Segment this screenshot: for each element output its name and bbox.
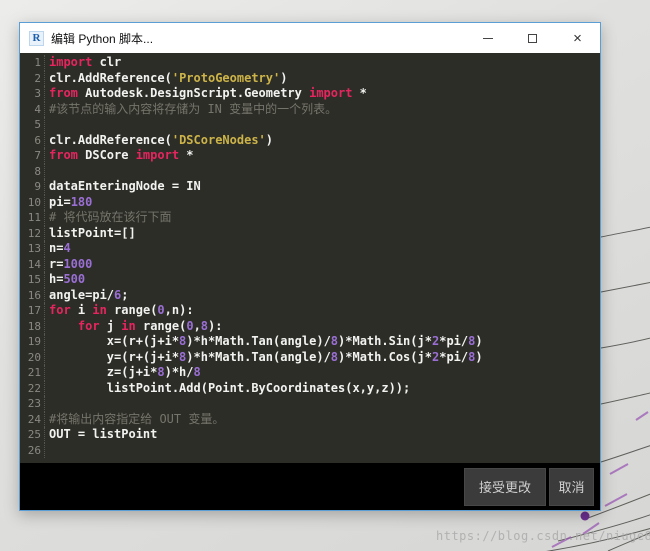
line-number: 12 xyxy=(20,226,45,242)
line-number: 13 xyxy=(20,241,45,257)
line-number: 25 xyxy=(20,427,45,443)
code-line: 13n=4 xyxy=(20,241,600,257)
code-line: 19 x=(r+(j+i*8)*h*Math.Tan(angle)/8)*Mat… xyxy=(20,334,600,350)
line-number: 24 xyxy=(20,412,45,428)
code-line: 20 y=(r+(j+i*8)*h*Math.Tan(angle)/8)*Mat… xyxy=(20,350,600,366)
minimize-button[interactable] xyxy=(465,23,510,53)
code-line: 22 listPoint.Add(Point.ByCoordinates(x,y… xyxy=(20,381,600,397)
line-number: 7 xyxy=(20,148,45,164)
cancel-button[interactable]: 取消 xyxy=(549,468,594,506)
code-text: h=500 xyxy=(49,272,600,288)
code-text: angle=pi/6; xyxy=(49,288,600,304)
line-number: 14 xyxy=(20,257,45,273)
code-line: 4#该节点的输入内容将存储为 IN 变量中的一个列表。 xyxy=(20,102,600,118)
code-line: 17for i in range(0,n): xyxy=(20,303,600,319)
line-number: 21 xyxy=(20,365,45,381)
code-line: 9dataEnteringNode = IN xyxy=(20,179,600,195)
code-line: 18 for j in range(0,8): xyxy=(20,319,600,335)
code-editor[interactable]: 1import clr2clr.AddReference('ProtoGeome… xyxy=(20,53,600,463)
code-text xyxy=(49,164,600,180)
code-text xyxy=(49,396,600,412)
python-editor-window: R 编辑 Python 脚本... × 1import clr2clr.AddR… xyxy=(19,22,601,511)
line-number: 16 xyxy=(20,288,45,304)
minimize-icon xyxy=(483,38,493,39)
code-line: 15h=500 xyxy=(20,272,600,288)
code-line: 6clr.AddReference('DSCoreNodes') xyxy=(20,133,600,149)
maximize-button[interactable] xyxy=(510,23,555,53)
code-text: listPoint=[] xyxy=(49,226,600,242)
code-text: y=(r+(j+i*8)*h*Math.Tan(angle)/8)*Math.C… xyxy=(49,350,600,366)
code-line: 23 xyxy=(20,396,600,412)
line-number: 9 xyxy=(20,179,45,195)
code-text: #该节点的输入内容将存储为 IN 变量中的一个列表。 xyxy=(49,102,600,118)
code-text: for j in range(0,8): xyxy=(49,319,600,335)
line-number: 23 xyxy=(20,396,45,412)
code-line: 7from DSCore import * xyxy=(20,148,600,164)
code-text: z=(j+i*8)*h/8 xyxy=(49,365,600,381)
code-line: 1import clr xyxy=(20,55,600,71)
code-text xyxy=(49,117,600,133)
geometry-point xyxy=(581,512,590,521)
line-number: 17 xyxy=(20,303,45,319)
code-text: OUT = listPoint xyxy=(49,427,600,443)
code-line: 16angle=pi/6; xyxy=(20,288,600,304)
code-text: from DSCore import * xyxy=(49,148,600,164)
code-line: 26 xyxy=(20,443,600,459)
code-text: for i in range(0,n): xyxy=(49,303,600,319)
code-line: 10pi=180 xyxy=(20,195,600,211)
code-text: r=1000 xyxy=(49,257,600,273)
line-number: 22 xyxy=(20,381,45,397)
dialog-footer: 接受更改 取消 xyxy=(20,463,600,510)
code-line: 12listPoint=[] xyxy=(20,226,600,242)
line-number: 11 xyxy=(20,210,45,226)
line-number: 19 xyxy=(20,334,45,350)
code-text: clr.AddReference('DSCoreNodes') xyxy=(49,133,600,149)
window-title: 编辑 Python 脚本... xyxy=(51,30,153,47)
code-line: 5 xyxy=(20,117,600,133)
code-text xyxy=(49,443,600,459)
line-number: 6 xyxy=(20,133,45,149)
code-line: 25OUT = listPoint xyxy=(20,427,600,443)
accept-changes-button[interactable]: 接受更改 xyxy=(464,468,546,506)
line-number: 2 xyxy=(20,71,45,87)
line-number: 10 xyxy=(20,195,45,211)
watermark-url: https://blog.csdn.net/niuge8905 xyxy=(436,529,650,543)
line-number: 5 xyxy=(20,117,45,133)
code-text: from Autodesk.DesignScript.Geometry impo… xyxy=(49,86,600,102)
code-line: 21 z=(j+i*8)*h/8 xyxy=(20,365,600,381)
code-line: 11# 将代码放在该行下面 xyxy=(20,210,600,226)
line-number: 18 xyxy=(20,319,45,335)
code-line: 14r=1000 xyxy=(20,257,600,273)
code-text: #将输出内容指定给 OUT 变量。 xyxy=(49,412,600,428)
code-text: clr.AddReference('ProtoGeometry') xyxy=(49,71,600,87)
code-text: # 将代码放在该行下面 xyxy=(49,210,600,226)
line-number: 20 xyxy=(20,350,45,366)
code-text: import clr xyxy=(49,55,600,71)
code-text: x=(r+(j+i*8)*h*Math.Tan(angle)/8)*Math.S… xyxy=(49,334,600,350)
code-text: dataEnteringNode = IN xyxy=(49,179,600,195)
code-text: n=4 xyxy=(49,241,600,257)
code-line: 3from Autodesk.DesignScript.Geometry imp… xyxy=(20,86,600,102)
line-number: 4 xyxy=(20,102,45,118)
code-text: pi=180 xyxy=(49,195,600,211)
window-titlebar[interactable]: R 编辑 Python 脚本... × xyxy=(20,23,600,53)
code-text: listPoint.Add(Point.ByCoordinates(x,y,z)… xyxy=(49,381,600,397)
line-number: 3 xyxy=(20,86,45,102)
revit-app-icon: R xyxy=(29,31,44,46)
line-number: 26 xyxy=(20,443,45,459)
code-line: 8 xyxy=(20,164,600,180)
code-line: 2clr.AddReference('ProtoGeometry') xyxy=(20,71,600,87)
maximize-icon xyxy=(528,34,537,43)
close-icon: × xyxy=(573,31,582,46)
window-controls: × xyxy=(465,23,600,53)
code-line: 24#将输出内容指定给 OUT 变量。 xyxy=(20,412,600,428)
close-button[interactable]: × xyxy=(555,23,600,53)
line-number: 1 xyxy=(20,55,45,71)
line-number: 15 xyxy=(20,272,45,288)
line-number: 8 xyxy=(20,164,45,180)
